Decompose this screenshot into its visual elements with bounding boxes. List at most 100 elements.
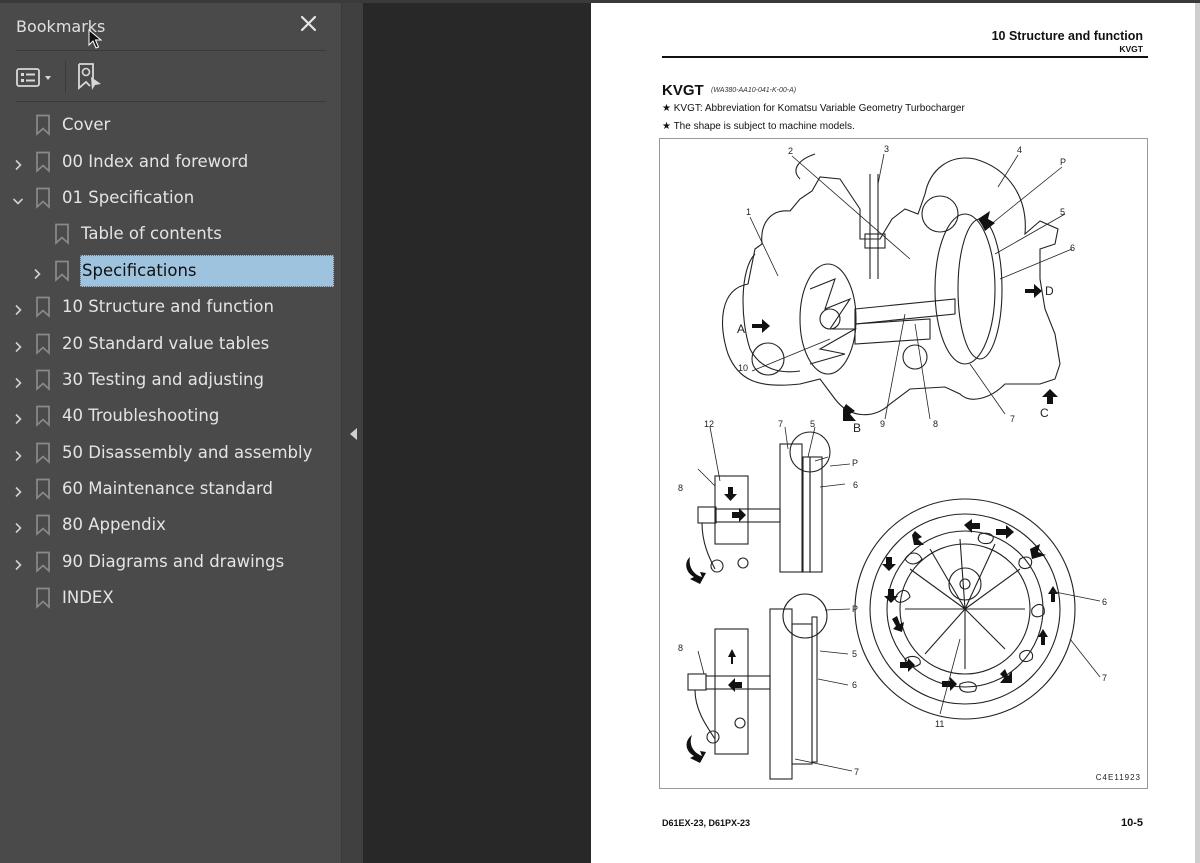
bookmark-label: Specifications bbox=[80, 254, 334, 287]
note-abbreviation: ★ KVGT: Abbreviation for Komatsu Variabl… bbox=[662, 103, 965, 114]
bookmark-label: 01 Specification bbox=[62, 187, 195, 207]
divider bbox=[16, 50, 326, 51]
panel-splitter[interactable] bbox=[341, 3, 363, 863]
chevron-right-icon[interactable] bbox=[12, 374, 24, 388]
chevron-right-icon[interactable] bbox=[12, 301, 24, 316]
label-12: 12 bbox=[704, 419, 714, 429]
bookmark-label: Cover bbox=[62, 115, 111, 135]
bookmark-item[interactable]: 10 Structure and function bbox=[0, 289, 341, 325]
kvgt-figure: 1 2 3 4 P 5 6 7 8 9 10 12 7 5 8 P 6 8 P … bbox=[659, 138, 1148, 789]
bookmark-label: 90 Diagrams and drawings bbox=[62, 551, 285, 571]
bookmark-tree: Cover 00 Index and foreword 01 Specificati… bbox=[0, 107, 341, 616]
bookmark-item[interactable]: 80 Appendix bbox=[0, 507, 341, 543]
document-code: (WA380-AA10-041-K-00-A) bbox=[711, 87, 797, 94]
bookmark-item[interactable]: Table of contents bbox=[0, 216, 341, 252]
label-2: 2 bbox=[788, 146, 793, 156]
bookmark-item[interactable]: Specifications bbox=[0, 253, 341, 289]
label-4: 4 bbox=[1017, 145, 1022, 155]
chevron-right-icon[interactable] bbox=[12, 519, 24, 534]
bookmark-item[interactable]: 20 Standard value tables bbox=[0, 325, 341, 361]
bookmark-label: 30 Testing and adjusting bbox=[62, 369, 264, 389]
label-7d: 7 bbox=[1102, 673, 1107, 683]
turbo-cutaway bbox=[722, 153, 1061, 416]
label-d: D bbox=[1045, 284, 1054, 298]
label-6b: 6 bbox=[853, 480, 858, 490]
bookmark-options-button[interactable] bbox=[16, 66, 56, 90]
chevron-right-icon[interactable] bbox=[12, 410, 24, 425]
bookmark-item[interactable]: 40 Troubleshooting bbox=[0, 398, 341, 434]
bookmark-icon bbox=[35, 296, 51, 319]
leader-lines bbox=[749, 153, 1073, 420]
header-rule bbox=[662, 56, 1148, 58]
label-9: 9 bbox=[880, 419, 885, 429]
bookmark-label: 60 Maintenance standard bbox=[62, 479, 273, 499]
collapse-panel-icon bbox=[350, 428, 357, 440]
actuator-diagram-lower bbox=[687, 593, 828, 780]
bookmark-icon bbox=[35, 587, 51, 610]
label-a: A bbox=[737, 322, 745, 336]
bookmark-item[interactable]: Cover bbox=[0, 107, 341, 143]
bookmark-icon bbox=[35, 405, 51, 428]
bookmark-label: Table of contents bbox=[81, 224, 222, 244]
bookmark-item[interactable]: 00 Index and foreword bbox=[0, 143, 341, 179]
bookmark-item[interactable]: 30 Testing and adjusting bbox=[0, 362, 341, 398]
label-11: 11 bbox=[935, 719, 944, 729]
label-b: B bbox=[853, 421, 861, 435]
bookmark-icon bbox=[35, 442, 51, 464]
panel-title: Bookmarks bbox=[16, 17, 106, 36]
bookmark-icon bbox=[35, 514, 51, 537]
label-6: 6 bbox=[1070, 243, 1075, 253]
bookmark-icon bbox=[54, 223, 70, 246]
bookmark-item[interactable]: INDEX bbox=[0, 580, 341, 616]
bookmarks-panel: Bookmarks Cover 00 Index and foreword 01 S… bbox=[0, 3, 341, 863]
bookmark-icon bbox=[35, 551, 51, 573]
label-c: C bbox=[1040, 406, 1049, 420]
bookmark-icon bbox=[35, 478, 51, 501]
label-1: 1 bbox=[746, 207, 751, 217]
chevron-right-icon[interactable] bbox=[12, 338, 24, 352]
footer-page-number: 10-5 bbox=[1120, 817, 1143, 829]
chevron-right-icon[interactable] bbox=[12, 556, 24, 570]
page-header-title: 10 Structure and function bbox=[991, 29, 1143, 43]
bookmark-label: 50 Disassembly and assembly bbox=[62, 442, 313, 462]
footer-models: D61EX-23, D61PX-23 bbox=[662, 818, 751, 828]
label-p-low: P bbox=[852, 604, 858, 614]
label-6d: 6 bbox=[1102, 597, 1107, 607]
bookmark-label: 00 Index and foreword bbox=[62, 151, 249, 171]
bookmark-icon bbox=[35, 114, 51, 137]
label-3: 3 bbox=[884, 144, 889, 154]
bookmark-icon bbox=[35, 333, 51, 355]
collapse-panel-button[interactable] bbox=[349, 426, 359, 440]
chevron-right-icon[interactable] bbox=[12, 483, 24, 498]
bookmark-item[interactable]: 90 Diagrams and drawings bbox=[0, 544, 341, 580]
note-shape: ★ The shape is subject to machine models… bbox=[662, 121, 855, 132]
find-current-bookmark-button[interactable] bbox=[77, 62, 103, 92]
label-7c: 7 bbox=[854, 767, 859, 777]
label-p-top: P bbox=[1060, 157, 1066, 167]
bookmark-item[interactable]: 60 Maintenance standard bbox=[0, 471, 341, 507]
find-current-bookmark-icon bbox=[78, 63, 101, 90]
label-7b: 7 bbox=[778, 419, 783, 429]
bookmark-icon bbox=[35, 151, 51, 173]
chevron-right-icon[interactable] bbox=[31, 265, 43, 279]
label-5b: 5 bbox=[810, 419, 815, 429]
label-7: 7 bbox=[1010, 414, 1015, 424]
chevron-down-icon[interactable] bbox=[12, 192, 24, 205]
divider bbox=[16, 101, 326, 102]
bookmark-item[interactable]: 50 Disassembly and assembly bbox=[0, 435, 341, 471]
bookmark-item[interactable]: 01 Specification bbox=[0, 180, 341, 216]
actuator-diagram-upper bbox=[697, 431, 831, 573]
bookmark-label: INDEX bbox=[62, 588, 114, 608]
label-5c: 5 bbox=[852, 649, 857, 659]
label-5: 5 bbox=[1060, 207, 1065, 217]
chevron-right-icon[interactable] bbox=[12, 447, 24, 461]
document-page: 10 Structure and function KVGT KVGT (WA3… bbox=[591, 3, 1200, 863]
label-p-mid: P bbox=[852, 458, 858, 468]
label-10: 10 bbox=[738, 363, 748, 373]
figure-code: C4E11923 bbox=[1095, 773, 1141, 782]
bookmark-icon bbox=[35, 187, 51, 209]
chevron-right-icon[interactable] bbox=[12, 156, 24, 170]
label-6c: 6 bbox=[852, 680, 857, 690]
toolbar-separator bbox=[65, 61, 66, 93]
close-icon[interactable] bbox=[298, 13, 320, 35]
